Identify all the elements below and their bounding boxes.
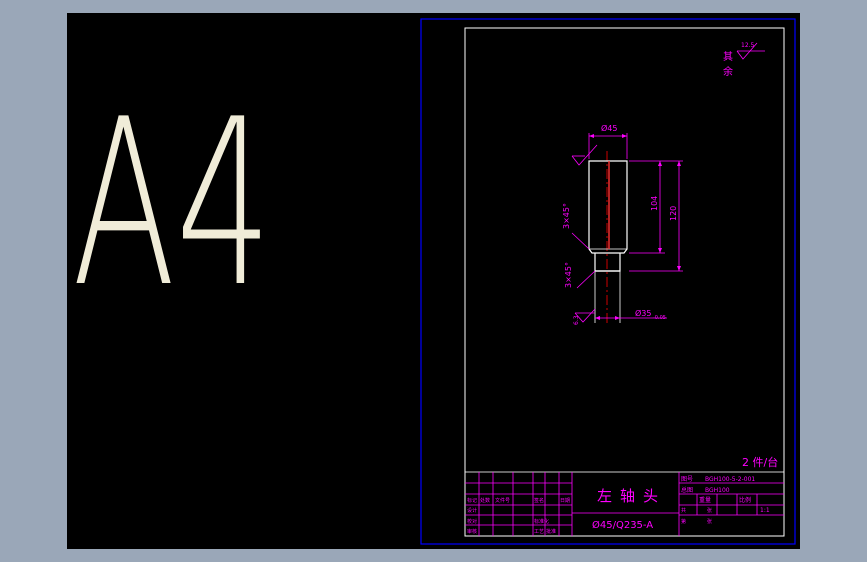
dim-length-104: 104 <box>650 196 659 211</box>
right-label-4: 张 <box>707 518 712 525</box>
outer-frame <box>420 18 796 545</box>
right-label-3: 第 <box>681 518 686 525</box>
weight-label: 重量 <box>699 496 711 504</box>
part-drawing <box>588 151 628 325</box>
scale-value: 1:1 <box>760 507 770 514</box>
quantity-note: 2 件/台 <box>742 455 778 469</box>
surface-note: 其 余 12.5 <box>723 42 765 78</box>
assembly-label: 总图 <box>681 486 693 494</box>
shaft-body <box>588 160 628 254</box>
drawing-no: BGH100-5-2-001 <box>705 476 755 483</box>
drawing-no-label: 图号 <box>681 476 693 483</box>
surface-note-line1: 其 <box>723 51 733 63</box>
dim-bottom-diameter: Ø35 <box>635 308 651 318</box>
dim-roughness-left: 6.3 <box>573 315 580 325</box>
mid-label-1: 标准化 <box>534 518 549 525</box>
col-label-3: 签名 <box>534 497 544 504</box>
col-label-4: 日期 <box>560 498 570 504</box>
right-label-1: 共 <box>681 507 686 514</box>
drawing-canvas: A4 Ø45 104 120 Ø35 -0.05 3×45° 3×45° 6.3… <box>72 18 796 545</box>
material: Ø45/Q235-A <box>592 519 653 531</box>
sheet-size-label: A4 <box>72 71 272 338</box>
inner-border <box>464 27 785 537</box>
dim-chamfer-bottom: 3×45° <box>564 262 573 288</box>
surface-note-line2: 余 <box>723 65 733 78</box>
dim-bottom-tolerance: -0.05 <box>653 315 666 321</box>
mid-label-2: 工艺 <box>534 529 544 535</box>
mid-label-3: 批准 <box>546 528 556 535</box>
part-name: 左轴头 <box>597 487 666 505</box>
dim-top-diameter: Ø45 <box>601 123 617 133</box>
dim-chamfer-top: 3×45° <box>562 203 571 229</box>
row-label-2: 设计 <box>467 507 477 514</box>
right-label-2: 张 <box>707 507 712 514</box>
dim-length-120: 120 <box>669 206 678 221</box>
cad-viewport[interactable]: A4 Ø45 104 120 Ø35 -0.05 3×45° 3×45° 6.3… <box>67 13 800 549</box>
title-block-text: 左轴头 Ø45/Q235-A 图号 BGH100-5-2-001 总图 BGH1… <box>467 476 770 535</box>
shaft-step <box>594 253 621 272</box>
col-label-1: 处数 <box>480 497 490 504</box>
row-label-1: 标记 <box>467 497 477 504</box>
col-label-2: 文件号 <box>495 497 510 504</box>
row-label-3: 校对 <box>467 518 477 525</box>
assembly-no: BGH100 <box>705 487 730 494</box>
row-label-4: 审核 <box>467 528 477 535</box>
scale-label: 比例 <box>739 496 751 504</box>
